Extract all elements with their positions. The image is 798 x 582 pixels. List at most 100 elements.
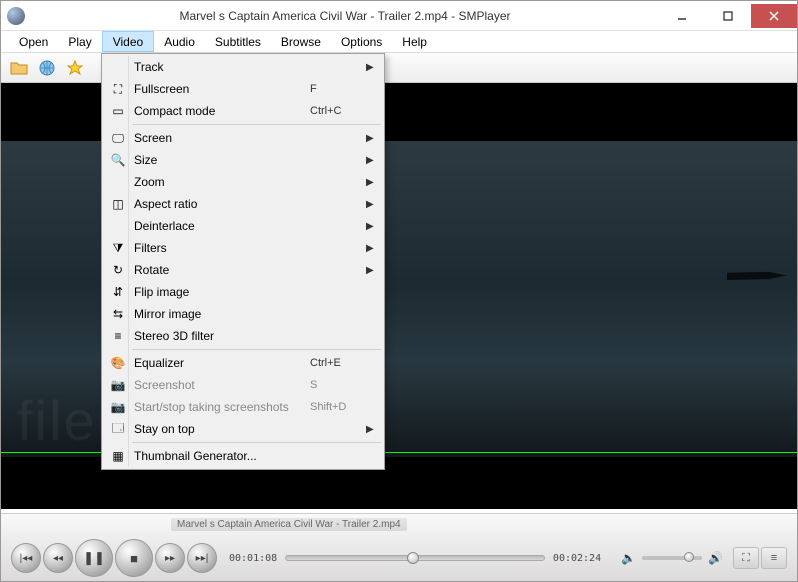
menu-item-compact-mode[interactable]: ▭ Compact modeCtrl+C bbox=[104, 100, 382, 122]
menu-item-shortcut: Ctrl+E bbox=[310, 357, 366, 369]
menu-item-label: Zoom bbox=[134, 175, 310, 189]
close-button[interactable] bbox=[751, 4, 797, 28]
menu-item-filters[interactable]: ⧩Filters▶ bbox=[104, 237, 382, 259]
deinterlace-icon bbox=[110, 218, 126, 234]
menu-audio[interactable]: Audio bbox=[154, 31, 205, 52]
submenu-arrow-icon: ▶ bbox=[366, 62, 382, 73]
forward-button[interactable]: ▸▸ bbox=[155, 543, 185, 573]
window-title: Marvel s Captain America Civil War - Tra… bbox=[31, 9, 659, 23]
menu-browse[interactable]: Browse bbox=[271, 31, 331, 52]
menu-item-start-stop-taking-screenshots: 📷Start/stop taking screenshotsShift+D bbox=[104, 396, 382, 418]
filters-icon: ⧩ bbox=[110, 240, 126, 256]
menu-item-label: Stay on top bbox=[134, 422, 310, 436]
menu-play[interactable]: Play bbox=[58, 31, 101, 52]
menu-item-label: Screenshot bbox=[134, 378, 310, 392]
menu-item-label: Deinterlace bbox=[134, 219, 310, 233]
menu-help[interactable]: Help bbox=[392, 31, 437, 52]
seek-knob[interactable] bbox=[407, 552, 419, 564]
menu-item-size[interactable]: 🔍 Size ▶ bbox=[104, 149, 382, 171]
favorites-icon[interactable] bbox=[63, 56, 87, 80]
menu-open[interactable]: Open bbox=[9, 31, 58, 52]
menu-item-flip-image[interactable]: ⇵Flip image bbox=[104, 281, 382, 303]
seek-slider[interactable] bbox=[285, 555, 545, 561]
menu-item-label: Rotate bbox=[134, 263, 310, 277]
fullscreen-icon: ⛶ bbox=[110, 81, 126, 97]
menu-item-zoom[interactable]: Zoom ▶ bbox=[104, 171, 382, 193]
menu-subtitles[interactable]: Subtitles bbox=[205, 31, 271, 52]
menu-item-fullscreen[interactable]: ⛶ FullscreenF bbox=[104, 78, 382, 100]
aspect-ratio-icon: ◫ bbox=[110, 196, 126, 212]
menu-item-label: Start/stop taking screenshots bbox=[134, 400, 310, 414]
next-track-button[interactable]: ▸▸| bbox=[187, 543, 217, 573]
equalizer-icon: 🎨 bbox=[110, 355, 126, 371]
submenu-arrow-icon: ▶ bbox=[366, 155, 382, 166]
playlist-button[interactable]: ≡ bbox=[761, 547, 787, 569]
globe-icon[interactable] bbox=[35, 56, 59, 80]
menu-item-label: Fullscreen bbox=[134, 82, 310, 96]
app-icon bbox=[7, 7, 25, 25]
volume-slider[interactable] bbox=[642, 556, 702, 560]
menu-options[interactable]: Options bbox=[331, 31, 392, 52]
menu-item-label: Equalizer bbox=[134, 356, 310, 370]
submenu-arrow-icon: ▶ bbox=[366, 424, 382, 435]
stereo-3d-filter-icon: ≡ bbox=[110, 328, 126, 344]
rotate-icon: ↻ bbox=[110, 262, 126, 278]
menu-item-screen[interactable]: 🖵Screen▶ bbox=[104, 127, 382, 149]
flip-image-icon: ⇵ bbox=[110, 284, 126, 300]
total-time: 00:02:24 bbox=[553, 553, 601, 564]
maximize-button[interactable] bbox=[705, 4, 751, 28]
menu-item-label: Filters bbox=[134, 241, 310, 255]
zoom-icon bbox=[110, 174, 126, 190]
seek-bar: 00:01:08 00:02:24 bbox=[229, 553, 601, 564]
volume-knob[interactable] bbox=[684, 552, 694, 562]
stop-button[interactable]: ■ bbox=[115, 539, 153, 577]
stay-on-top-icon: 🗔 bbox=[110, 421, 126, 437]
rewind-button[interactable]: ◂◂ bbox=[43, 543, 73, 573]
menu-video[interactable]: Video bbox=[102, 31, 154, 52]
menu-item-stereo-3d-filter[interactable]: ≡ Stereo 3D filter bbox=[104, 325, 382, 347]
window-controls bbox=[659, 4, 797, 28]
mute-icon[interactable]: 🔈 bbox=[621, 551, 636, 565]
folder-icon[interactable] bbox=[7, 56, 31, 80]
fullscreen-toggle-button[interactable]: ⛶ bbox=[733, 547, 759, 569]
menu-item-label: Stereo 3D filter bbox=[134, 329, 310, 343]
submenu-arrow-icon: ▶ bbox=[366, 221, 382, 232]
submenu-arrow-icon: ▶ bbox=[366, 265, 382, 276]
menu-item-aspect-ratio[interactable]: ◫ Aspect ratio ▶ bbox=[104, 193, 382, 215]
titlebar: Marvel s Captain America Civil War - Tra… bbox=[1, 1, 797, 31]
menu-item-shortcut: F bbox=[310, 83, 366, 95]
menu-item-label: Track bbox=[134, 60, 310, 74]
submenu-arrow-icon: ▶ bbox=[366, 177, 382, 188]
menu-item-rotate[interactable]: ↻ Rotate ▶ bbox=[104, 259, 382, 281]
menu-separator bbox=[132, 124, 381, 125]
menu-item-label: Size bbox=[134, 153, 310, 167]
submenu-arrow-icon: ▶ bbox=[366, 199, 382, 210]
menu-item-screenshot: 📷ScreenshotS bbox=[104, 374, 382, 396]
menu-item-label: Compact mode bbox=[134, 104, 310, 118]
menu-item-label: Aspect ratio bbox=[134, 197, 310, 211]
menu-item-deinterlace[interactable]: Deinterlace ▶ bbox=[104, 215, 382, 237]
minimize-button[interactable] bbox=[659, 4, 705, 28]
menu-item-thumbnail-generator[interactable]: ▦Thumbnail Generator... bbox=[104, 445, 382, 467]
menu-item-mirror-image[interactable]: ⇆ Mirror image bbox=[104, 303, 382, 325]
elapsed-time: 00:01:08 bbox=[229, 553, 277, 564]
screenshot-icon: 📷 bbox=[110, 377, 126, 393]
video-dropdown-menu: Track▶⛶FullscreenF▭Compact modeCtrl+C🖵Sc… bbox=[101, 53, 385, 470]
compact-mode-icon: ▭ bbox=[110, 103, 126, 119]
menu-item-track[interactable]: Track ▶ bbox=[104, 56, 382, 78]
submenu-arrow-icon: ▶ bbox=[366, 133, 382, 144]
menu-separator bbox=[132, 442, 381, 443]
menu-item-label: Mirror image bbox=[134, 307, 310, 321]
play-pause-button[interactable]: ❚❚ bbox=[75, 539, 113, 577]
track-info-label: Marvel s Captain America Civil War - Tra… bbox=[171, 518, 407, 531]
prev-track-button[interactable]: |◂◂ bbox=[11, 543, 41, 573]
menu-item-shortcut: Ctrl+C bbox=[310, 105, 366, 117]
size-icon: 🔍 bbox=[110, 152, 126, 168]
volume-max-icon[interactable]: 🔊 bbox=[708, 551, 723, 565]
screen-icon: 🖵 bbox=[110, 130, 126, 146]
menu-item-stay-on-top[interactable]: 🗔 Stay on top ▶ bbox=[104, 418, 382, 440]
track-icon bbox=[110, 59, 126, 75]
start-stop-taking-screenshots-icon: 📷 bbox=[110, 399, 126, 415]
mirror-image-icon: ⇆ bbox=[110, 306, 126, 322]
menu-item-equalizer[interactable]: 🎨 EqualizerCtrl+E bbox=[104, 352, 382, 374]
